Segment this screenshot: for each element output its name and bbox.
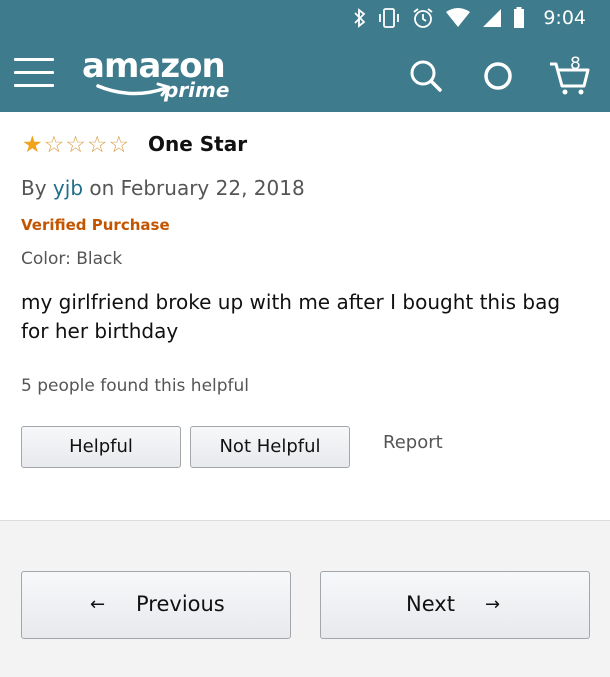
alexa-icon[interactable] [478, 56, 518, 96]
next-label: Next [406, 592, 455, 616]
amazon-prime-logo[interactable]: amazon prime [82, 46, 232, 102]
helpful-button[interactable]: Helpful [21, 426, 181, 468]
logo-prime-text: prime [164, 78, 230, 102]
helpful-count: 5 people found this helpful [21, 376, 250, 396]
review-date: on February 22, 2018 [89, 176, 305, 200]
report-link[interactable]: Report [383, 432, 443, 453]
vibrate-icon [379, 8, 400, 28]
previous-button[interactable]: ← Previous [21, 571, 291, 639]
bluetooth-icon [354, 8, 366, 28]
status-time: 9:04 [543, 7, 586, 29]
by-prefix: By [21, 176, 47, 200]
star-filled-icon: ★ [22, 132, 43, 158]
star-rating: ★ ☆ ☆ ☆ ☆ [22, 132, 130, 158]
hamburger-menu-icon[interactable] [14, 54, 54, 92]
cart-icon[interactable]: 8 [548, 54, 590, 96]
product-variant: Color: Black [21, 249, 123, 269]
wifi-icon [446, 8, 471, 27]
previous-label: Previous [136, 592, 225, 616]
star-empty-icon: ☆ [108, 132, 130, 158]
cart-count-badge: 8 [570, 54, 581, 74]
review-byline: By yjb on February 22, 2018 [21, 176, 305, 200]
author-link[interactable]: yjb [53, 176, 83, 200]
status-bar: 9:04 [0, 0, 610, 36]
right-arrow-icon: → [485, 594, 501, 615]
verified-purchase-badge: Verified Purchase [21, 216, 170, 234]
star-empty-icon: ☆ [65, 132, 86, 158]
status-icons: 9:04 [353, 0, 586, 36]
signal-icon [483, 9, 502, 27]
app-header: amazon prime 8 [0, 36, 610, 112]
star-empty-icon: ☆ [43, 132, 65, 158]
next-button[interactable]: Next → [320, 571, 590, 639]
search-icon[interactable] [406, 56, 446, 96]
review-title: One Star [148, 132, 248, 156]
alarm-icon [413, 8, 433, 28]
review-card: ★ ☆ ☆ ☆ ☆ One Star By yjb on February 22… [0, 112, 610, 520]
not-helpful-button[interactable]: Not Helpful [190, 426, 350, 468]
left-arrow-icon: ← [90, 594, 106, 615]
pagination: ← Previous Next → [0, 520, 610, 677]
review-body: my girlfriend broke up with me after I b… [21, 290, 561, 343]
battery-icon [514, 7, 525, 28]
star-empty-icon: ☆ [86, 132, 108, 158]
